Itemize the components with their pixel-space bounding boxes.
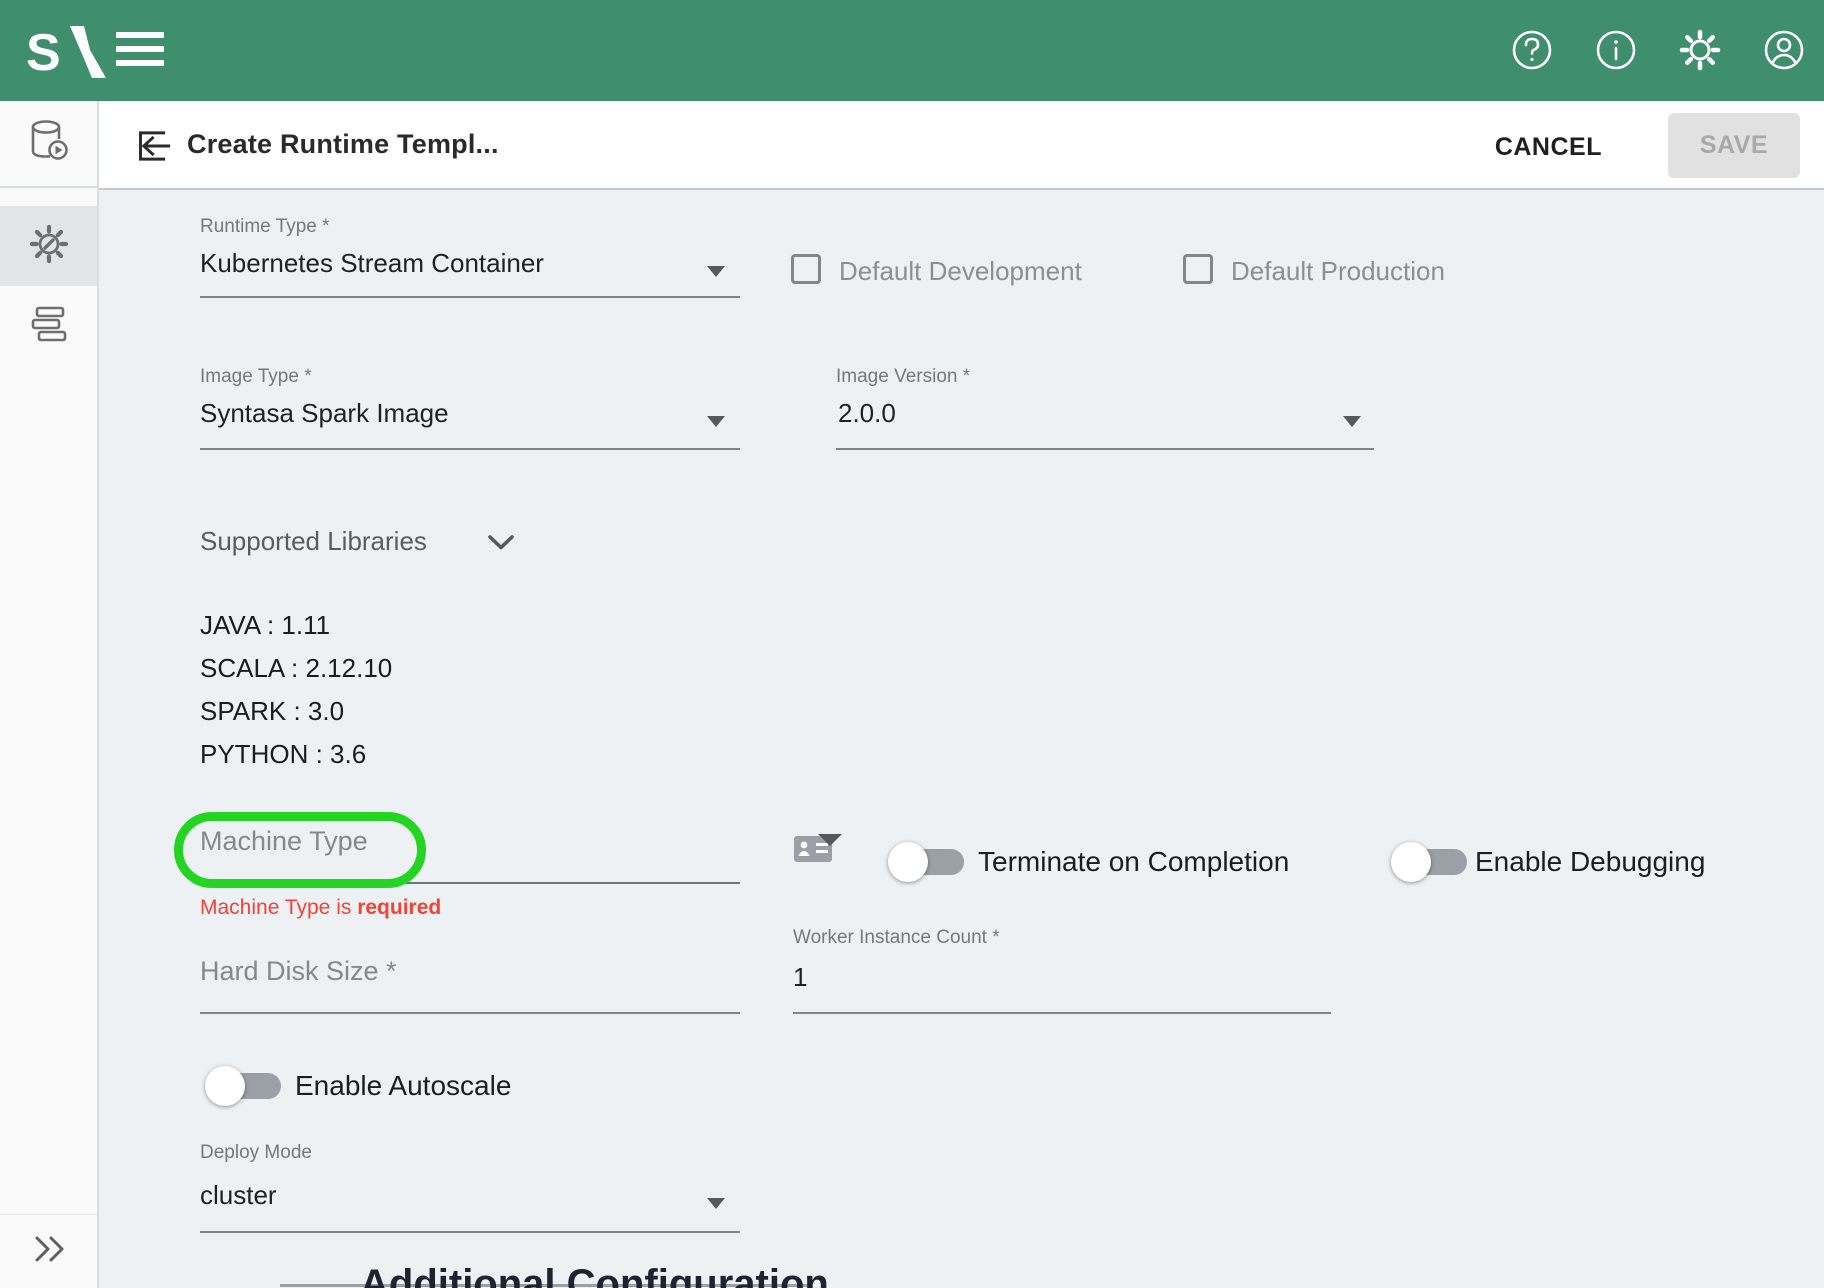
account-icon[interactable] xyxy=(1762,28,1806,72)
machine-type-error: Machine Type is required xyxy=(200,896,441,920)
terminate-on-completion-toggle[interactable] xyxy=(888,842,966,882)
enable-debugging-toggle[interactable] xyxy=(1391,842,1469,882)
save-button[interactable]: SAVE xyxy=(1668,113,1800,178)
library-item: PYTHON : 3.6 xyxy=(200,733,392,776)
gear-wrench-icon xyxy=(27,222,71,271)
enable-autoscale-label: Enable Autoscale xyxy=(295,1070,511,1102)
page-title: Create Runtime Templ... xyxy=(187,129,499,160)
chevron-down-icon[interactable] xyxy=(707,416,725,427)
sidebar-item-process-data[interactable] xyxy=(0,101,97,188)
image-version-label: Image Version * xyxy=(836,366,970,388)
sidebar-item-admin-settings[interactable] xyxy=(0,206,97,286)
create-runtime-template-page: S xyxy=(0,0,1824,1288)
chevron-down-icon[interactable] xyxy=(487,534,515,556)
page-header: Create Runtime Templ... CANCEL SAVE xyxy=(99,101,1824,190)
enable-debugging-label: Enable Debugging xyxy=(1475,846,1705,878)
library-item: SCALA : 2.12.10 xyxy=(200,647,392,690)
sidebar-item-stack[interactable] xyxy=(0,286,97,366)
runtime-type-label: Runtime Type * xyxy=(200,216,330,238)
supported-libraries-toggle[interactable]: Supported Libraries xyxy=(200,526,427,557)
deploy-mode-select[interactable]: cluster xyxy=(200,1180,277,1211)
supported-libraries-list: JAVA : 1.11 SCALA : 2.12.10 SPARK : 3.0 … xyxy=(200,604,392,776)
default-development-label: Default Development xyxy=(839,256,1082,287)
default-production-label: Default Production xyxy=(1231,256,1445,287)
terminate-on-completion-label: Terminate on Completion xyxy=(978,846,1289,878)
worker-instance-count-label: Worker Instance Count * xyxy=(793,927,1000,949)
double-chevron-right-icon xyxy=(29,1234,69,1269)
runtime-type-select[interactable]: Kubernetes Stream Container xyxy=(200,248,544,279)
library-item: SPARK : 3.0 xyxy=(200,690,392,733)
default-production-checkbox[interactable] xyxy=(1183,254,1213,284)
settings-icon[interactable] xyxy=(1678,28,1722,72)
enable-autoscale-toggle[interactable] xyxy=(205,1066,283,1106)
svg-text:S: S xyxy=(26,24,61,78)
info-icon[interactable] xyxy=(1594,28,1638,72)
library-item: JAVA : 1.11 xyxy=(200,604,392,647)
hard-disk-size-input[interactable]: Hard Disk Size * xyxy=(200,956,397,987)
syntasa-logo-icon: S xyxy=(26,24,106,78)
sidebar-expand-button[interactable] xyxy=(0,1214,97,1288)
image-version-select[interactable]: 2.0.0 xyxy=(838,398,896,429)
menu-icon[interactable] xyxy=(116,32,164,70)
worker-instance-count-input[interactable]: 1 xyxy=(793,962,807,993)
stack-icon xyxy=(27,304,71,349)
top-app-bar: S xyxy=(0,0,1824,101)
machine-type-input[interactable]: Machine Type xyxy=(200,826,368,857)
default-development-checkbox[interactable] xyxy=(791,254,821,284)
cancel-button[interactable]: CANCEL xyxy=(1483,125,1614,170)
image-type-select[interactable]: Syntasa Spark Image xyxy=(200,398,449,429)
database-play-icon xyxy=(25,117,73,170)
runtime-template-form: Runtime Type * Kubernetes Stream Contain… xyxy=(99,190,1824,1288)
contact-card-picker-icon[interactable] xyxy=(792,830,844,866)
deploy-mode-label: Deploy Mode xyxy=(200,1142,312,1164)
clipped-bottom-heading: Additional Configuration xyxy=(360,1262,829,1288)
image-type-label: Image Type * xyxy=(200,366,312,388)
sidebar xyxy=(0,101,99,1288)
back-exit-icon[interactable] xyxy=(129,123,175,169)
chevron-down-icon[interactable] xyxy=(707,1198,725,1209)
help-icon[interactable] xyxy=(1510,28,1554,72)
chevron-down-icon[interactable] xyxy=(707,266,725,277)
chevron-down-icon[interactable] xyxy=(1343,416,1361,427)
